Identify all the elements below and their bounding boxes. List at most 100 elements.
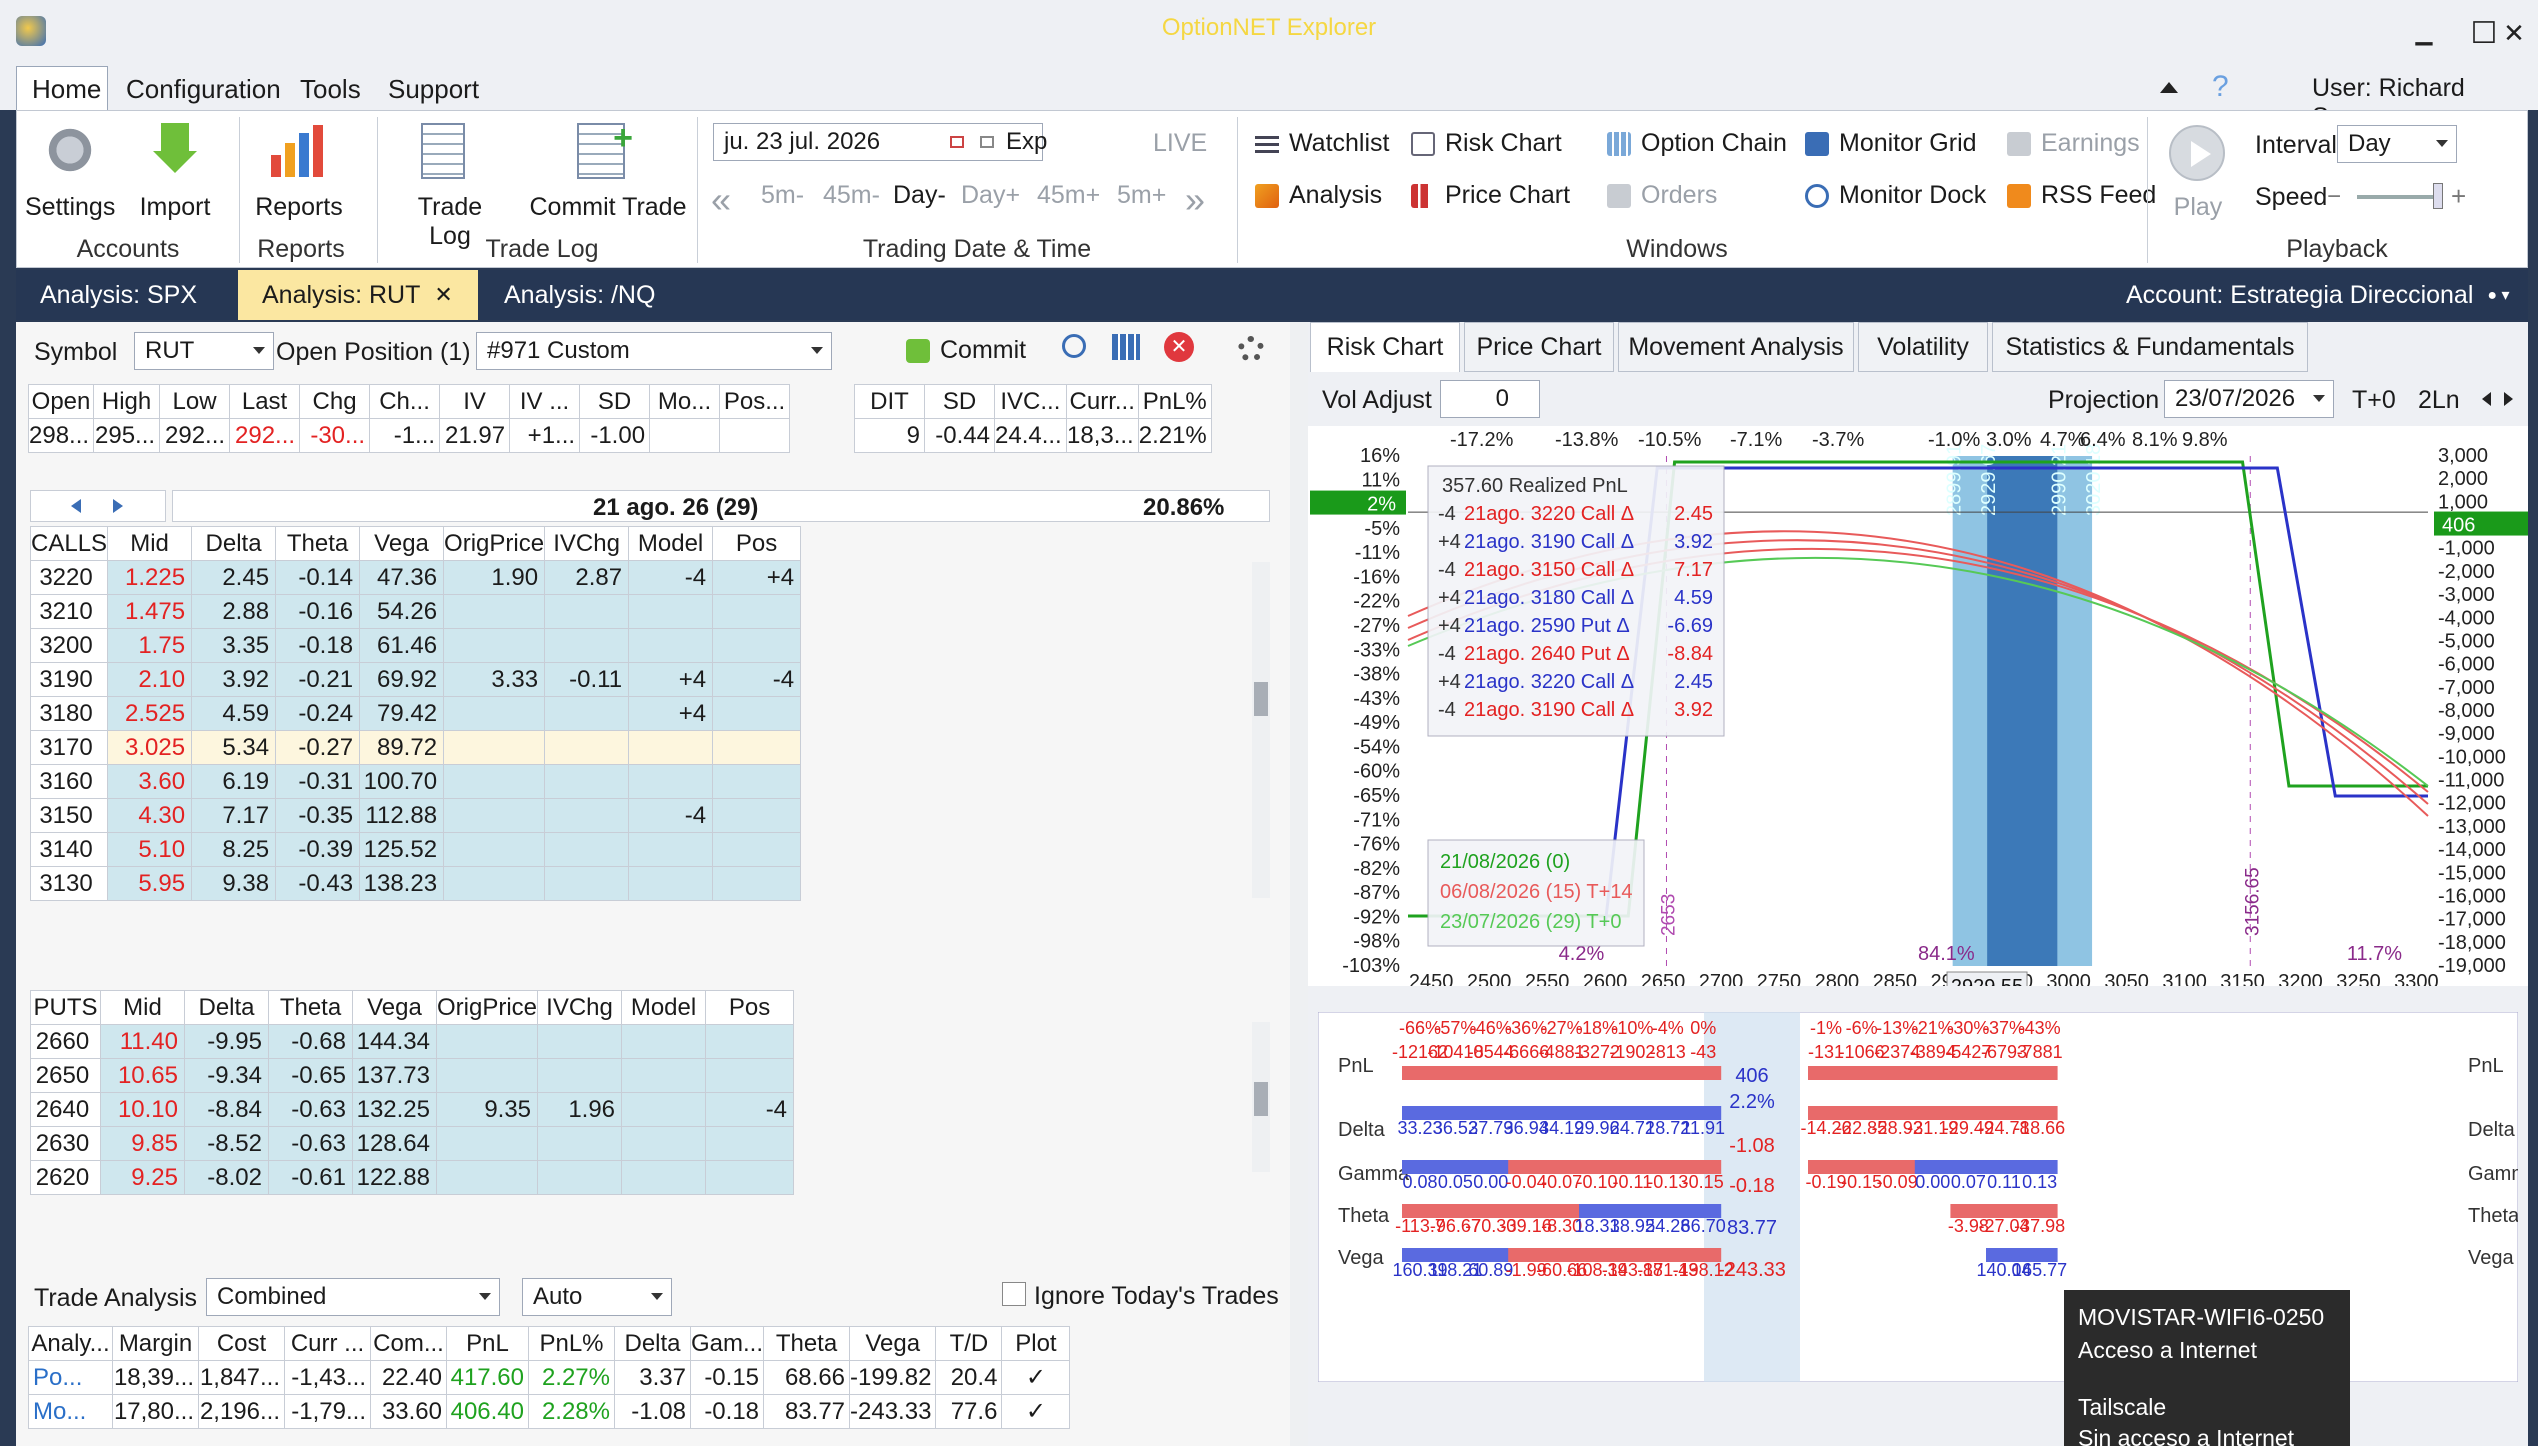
speed-slider[interactable] [2357,195,2437,199]
ta-row[interactable]: Mo... 17,80... 2,196... -1,79... 33.60 406.40… [28,1394,1071,1429]
lines-next-icon[interactable] [2504,392,2513,406]
tab-analysis-nq[interactable]: Analysis: /NQ [480,270,680,320]
calls-row[interactable]: 3170 3.025 5.34 -0.27 89.72 [29,730,802,765]
tab-risk-chart[interactable]: Risk Chart [1310,322,1460,372]
calls-row[interactable]: 3220 1.225 2.45 -0.14 47.36 1.90 2.87 -4 +4 [29,560,802,595]
reports-button[interactable]: Reports [253,193,345,222]
calls-scrollbar[interactable] [1252,562,1270,898]
projection-date[interactable]: 23/07/2026 [2164,380,2334,418]
tab-price-chart[interactable]: Price Chart [1464,322,1614,372]
step-day-back[interactable]: Day- [893,181,946,210]
puts-row[interactable]: 2620 9.25 -8.02 -0.61 122.88 [30,1160,795,1195]
puts-row[interactable]: 2660 11.40 -9.95 -0.68 144.34 [30,1024,795,1059]
watchlist-button[interactable]: Watchlist [1255,129,1389,158]
ta-header: T/D [935,1326,1003,1361]
calls-row[interactable]: 3160 3.60 6.19 -0.31 100.70 [29,764,802,799]
close-tab-icon[interactable]: ✕ [434,282,452,308]
menu-configuration[interactable]: Configuration [126,74,281,105]
puts-row[interactable]: 2640 10.10 -8.84 -0.63 132.25 9.35 1.96 -4 [30,1092,795,1127]
step-45m-back[interactable]: 45m- [823,181,880,210]
remove-icon[interactable]: ✕ [1164,332,1194,362]
menu-tools[interactable]: Tools [300,74,361,105]
monitor-grid-button[interactable]: Monitor Grid [1805,129,1977,158]
tab-movement-analysis[interactable]: Movement Analysis [1618,322,1854,372]
minimize-button[interactable]: ▁ [2394,8,2454,58]
calls-row[interactable]: 3180 2.525 4.59 -0.24 79.42 +4 [29,696,802,731]
vol-adjust-input[interactable]: 0 [1440,380,1540,418]
commit-button[interactable]: Commit [906,336,1026,365]
calls-cell: 4.59 [191,696,277,731]
step-back-icon[interactable]: « [711,179,731,221]
play-icon[interactable] [2169,125,2225,181]
tab-statistics-fundamentals[interactable]: Statistics & Fundamentals [1992,322,2308,372]
speed-minus-icon[interactable]: − [2327,183,2341,211]
menu-support[interactable]: Support [388,74,479,105]
commit-trade-icon[interactable]: + [577,119,633,179]
gear-icon[interactable] [1238,336,1264,362]
help-icon[interactable]: ? [2212,70,2229,104]
import-button[interactable]: Import [135,193,215,222]
step-45m-forward[interactable]: 45m+ [1037,181,1100,210]
puts-row[interactable]: 2650 10.65 -9.34 -0.65 137.73 [30,1058,795,1093]
trade-analysis-auto[interactable]: Auto [522,1278,672,1316]
price-chart-button[interactable]: Price Chart [1411,181,1570,210]
rss-feed-button[interactable]: RSS Feed [2007,181,2156,210]
plot-checkbox[interactable]: ✓ [1001,1360,1071,1395]
puts-cell: 2620 [30,1160,101,1195]
tab-analysis-rut[interactable]: Analysis: RUT ✕ [238,270,478,320]
tab-analysis-spx[interactable]: Analysis: SPX [16,270,236,320]
ta-cell: 68.66 [763,1360,851,1395]
collapse-ribbon-icon[interactable] [2160,82,2178,93]
step-day-forward[interactable]: Day+ [961,181,1020,210]
account-dropdown-icon[interactable]: ● ▾ [2487,285,2509,305]
menu-home[interactable]: Home [32,74,101,105]
risk-chart-button[interactable]: Risk Chart [1411,129,1562,158]
import-icon[interactable] [153,123,197,177]
analysis-button[interactable]: Analysis [1255,181,1382,210]
ignore-checkbox[interactable] [1002,1282,1026,1306]
live-button[interactable]: LIVE [1153,129,1207,158]
position-select[interactable]: #971 Custom [476,332,832,370]
next-expiry-icon[interactable] [113,499,123,513]
close-button[interactable]: ✕ [2484,8,2538,58]
step-5m-back[interactable]: 5m- [761,181,804,210]
lines-prev-icon[interactable] [2482,392,2491,406]
calls-row[interactable]: 3210 1.475 2.88 -0.16 54.26 [29,594,802,629]
reports-icon[interactable] [271,125,327,177]
option-chain-button[interactable]: Option Chain [1607,129,1787,158]
settings-icon[interactable] [43,123,97,177]
orders-button[interactable]: Orders [1607,181,1717,210]
prev-expiry-icon[interactable] [71,499,81,513]
calls-row[interactable]: 3140 5.10 8.25 -0.39 125.52 [29,832,802,867]
trade-log-icon[interactable] [421,123,465,179]
tab-volatility[interactable]: Volatility [1858,322,1988,372]
step-forward-icon[interactable]: » [1185,179,1205,221]
commit-trade-button[interactable]: Commit Trade [525,193,691,222]
calendar-icon[interactable] [950,136,964,148]
calls-cell: 8.25 [191,832,277,867]
calls-row[interactable]: 3190 2.10 3.92 -0.21 69.92 3.33 -0.11 +4 -4 [29,662,802,697]
symbol-select[interactable]: RUT [134,332,274,370]
trade-analysis-mode[interactable]: Combined [206,1278,500,1316]
settings-button[interactable]: Settings [25,193,115,222]
interval-select[interactable]: Day [2337,125,2457,163]
panel-splitter[interactable] [1290,322,1308,1446]
earnings-button[interactable]: Earnings [2007,129,2140,158]
speed-slider-thumb[interactable] [2433,183,2443,209]
trading-date-input[interactable]: ju. 23 jul. 2026 Exp [713,123,1047,161]
monitor-dock-button[interactable]: Monitor Dock [1805,181,1986,210]
calls-row[interactable]: 3200 1.75 3.35 -0.18 61.46 [29,628,802,663]
step-5m-forward[interactable]: 5m+ [1117,181,1166,210]
calls-row[interactable]: 3150 4.30 7.17 -0.35 112.88 -4 [29,798,802,833]
grid-icon[interactable] [1112,334,1140,360]
risk-chart[interactable]: 2899.91 2929.67 2990.21 3020.1816%11%2%-5%-… [1308,426,2528,986]
plot-checkbox[interactable]: ✓ [1001,1394,1071,1429]
puts-row[interactable]: 2630 9.85 -8.52 -0.63 128.64 [30,1126,795,1161]
ta-row[interactable]: Po... 18,39... 1,847... -1,43... 22.40 417.60… [28,1360,1071,1395]
speed-plus-icon[interactable]: + [2451,181,2466,212]
puts-scrollbar[interactable] [1252,1022,1270,1172]
calls-row[interactable]: 3130 5.95 9.38 -0.43 138.23 [29,866,802,901]
search-icon[interactable] [1062,334,1086,358]
account-label[interactable]: Account: Estrategia Direccional ● ▾ [2126,270,2526,320]
play-button[interactable]: Play [2163,193,2233,222]
